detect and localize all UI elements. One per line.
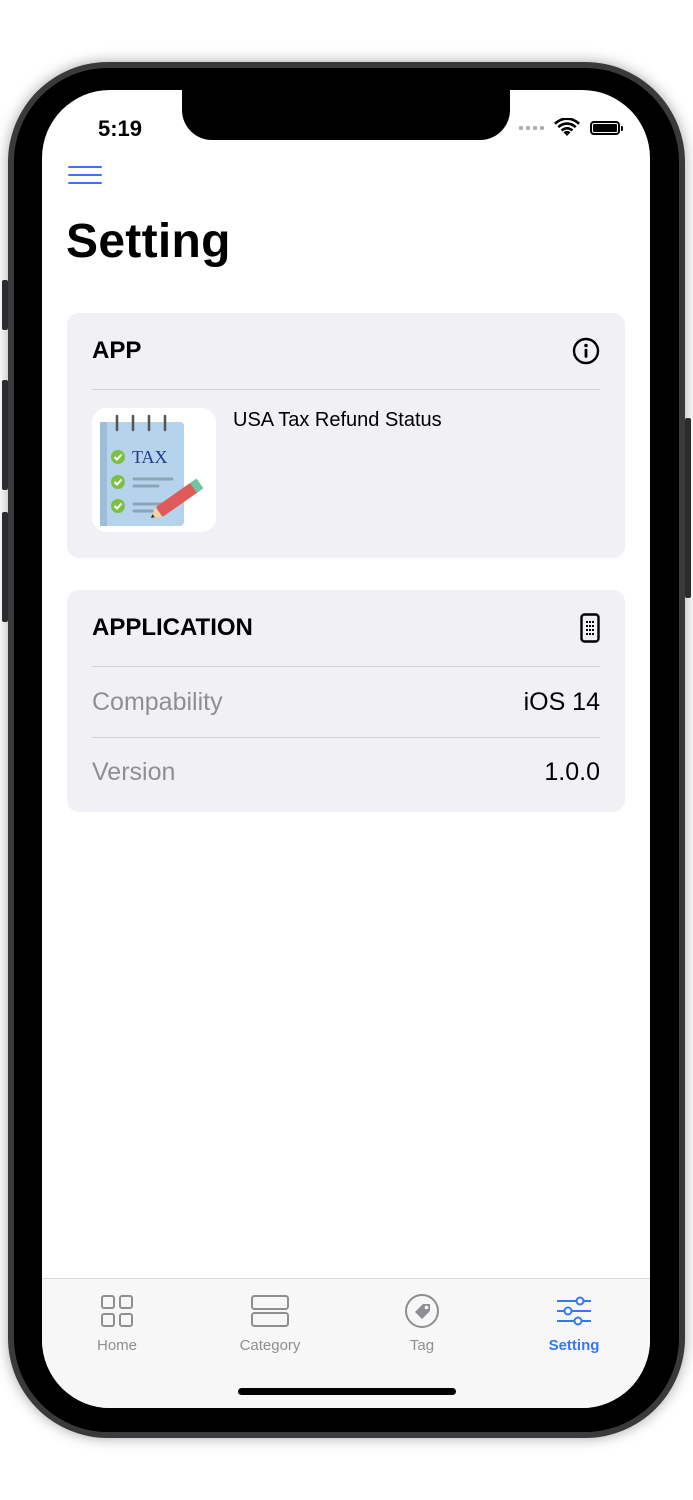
cellular-signal-icon [519, 126, 544, 130]
tag-icon [405, 1294, 439, 1328]
mute-switch [2, 280, 8, 330]
compatibility-row: Compability iOS 14 [92, 667, 600, 738]
rows-icon [251, 1295, 289, 1327]
screen: 5:19 Setting APP TAX USA Tax Refund Stat… [42, 90, 650, 1408]
app-card-header: APP [92, 313, 600, 390]
tab-category-label: Category [239, 1337, 301, 1354]
sliders-icon [557, 1296, 591, 1326]
wifi-icon [554, 118, 580, 136]
tab-tag-label: Tag [409, 1337, 435, 1354]
version-value: 1.0.0 [544, 757, 600, 786]
power-button [685, 418, 691, 598]
status-time: 5:19 [98, 116, 143, 141]
tab-home-label: Home [96, 1337, 137, 1354]
application-card-header: APPLICATION [92, 590, 600, 667]
menu-button[interactable] [68, 164, 104, 186]
application-card: APPLICATION Compability iOS 14 Version 1… [67, 590, 625, 812]
page-title: Setting [66, 215, 231, 268]
compatibility-label: Compability [92, 687, 223, 716]
info-icon[interactable] [572, 337, 600, 365]
application-section-title: APPLICATION [92, 614, 253, 641]
grid-icon [101, 1295, 133, 1327]
tab-setting[interactable]: Setting [514, 1293, 634, 1354]
battery-icon [590, 121, 623, 135]
volume-up-button [2, 380, 8, 490]
app-icon-text: TAX [132, 447, 168, 467]
home-indicator[interactable] [238, 1388, 456, 1395]
volume-down-button [2, 512, 8, 622]
tab-tag[interactable]: Tag [362, 1293, 482, 1354]
phone-icon [580, 613, 600, 643]
tax-notepad-icon: TAX [100, 414, 204, 526]
app-card: APP TAX USA Tax Refund Status [67, 313, 625, 558]
app-name: USA Tax Refund Status [233, 409, 442, 431]
compatibility-value: iOS 14 [523, 687, 600, 716]
version-row: Version 1.0.0 [92, 737, 600, 807]
version-label: Version [92, 757, 176, 786]
status-icons [519, 118, 623, 138]
tab-home[interactable]: Home [57, 1293, 177, 1354]
tab-category[interactable]: Category [210, 1293, 330, 1354]
tab-setting-label: Setting [548, 1337, 600, 1354]
notch [182, 90, 510, 140]
app-icon: TAX [92, 408, 216, 532]
app-section-title: APP [92, 337, 142, 364]
